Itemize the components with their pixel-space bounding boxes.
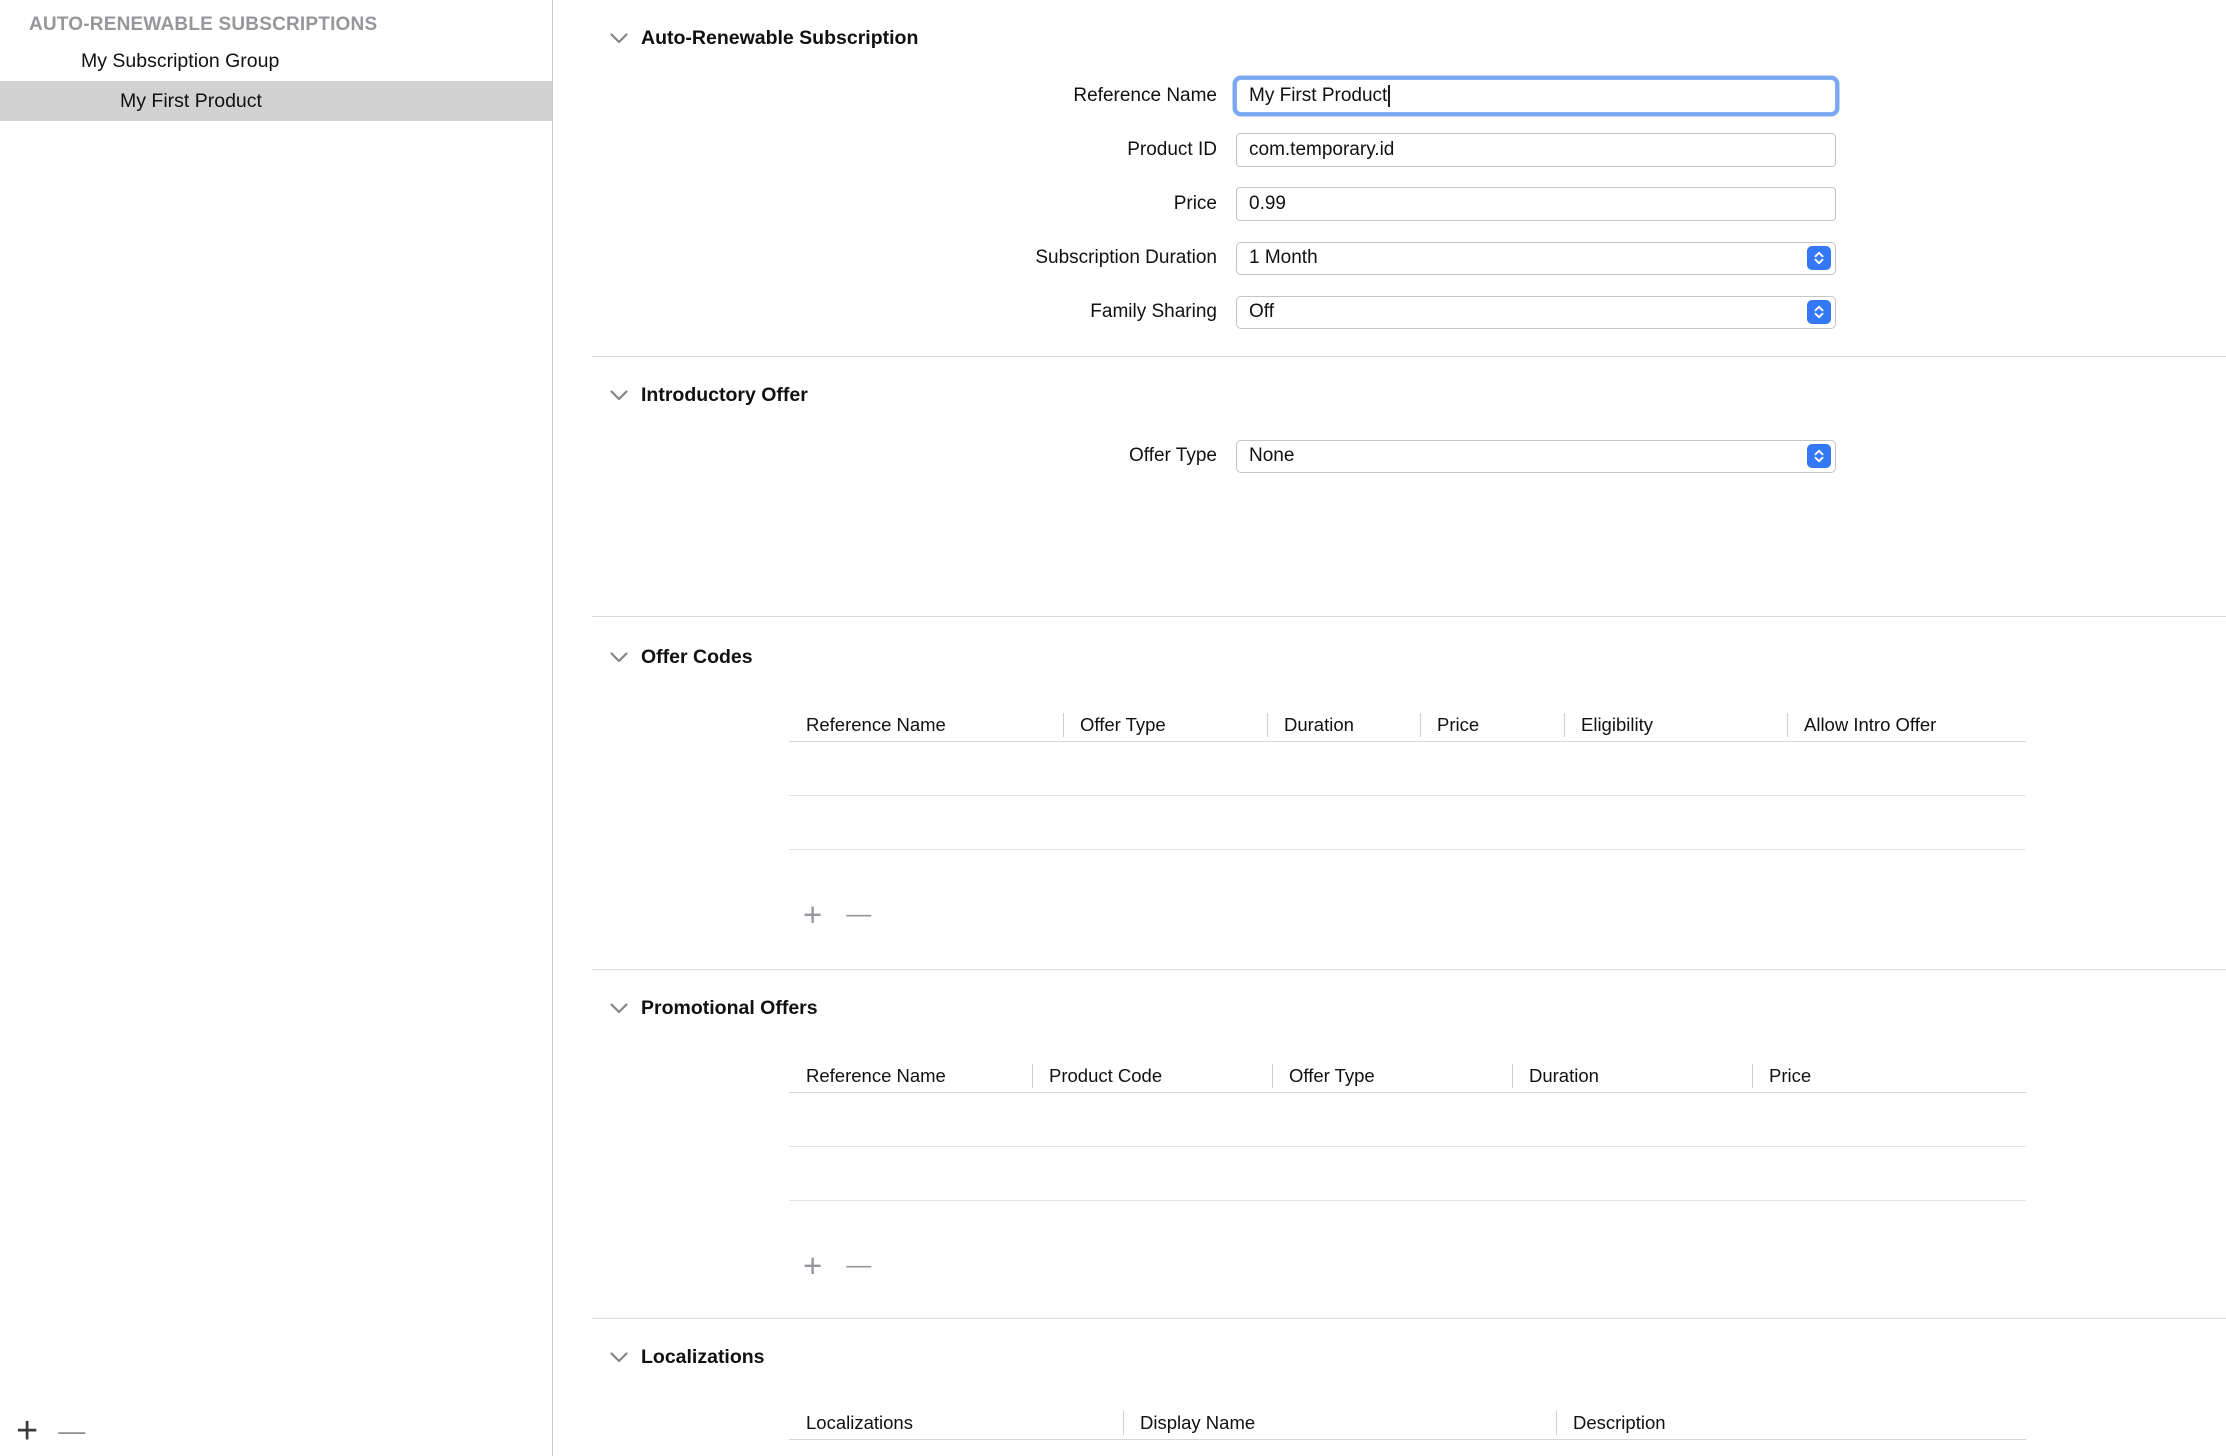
popup-arrows-icon: [1807, 246, 1831, 270]
column-header: Offer Type: [1063, 714, 1267, 736]
section-header: Introductory Offer: [553, 381, 2226, 409]
add-row-button[interactable]: +: [803, 898, 822, 931]
product-id-label: Product ID: [553, 139, 1217, 161]
table-header-row: Reference Name Offer Type Duration Price…: [789, 709, 2026, 742]
product-id-input[interactable]: com.temporary.id: [1236, 133, 1836, 167]
section-promotional-offers: Promotional Offers Reference Name Produc…: [553, 994, 2226, 1283]
chevron-down-icon[interactable]: [610, 390, 628, 401]
add-row-button[interactable]: +: [803, 1249, 822, 1282]
section-divider: [592, 969, 2226, 970]
section-title: Introductory Offer: [641, 384, 808, 407]
offer-type-value: None: [1249, 445, 1294, 467]
subscription-duration-value: 1 Month: [1249, 247, 1318, 269]
column-header: Localizations: [789, 1412, 1123, 1434]
chevron-down-icon[interactable]: [610, 652, 628, 663]
section-header: Localizations: [553, 1343, 2226, 1371]
section-header: Auto-Renewable Subscription: [553, 24, 2226, 52]
price-input[interactable]: 0.99: [1236, 187, 1836, 221]
column-header: Duration: [1267, 714, 1420, 736]
column-header: Display Name: [1123, 1412, 1556, 1434]
empty-table-row: [789, 796, 2026, 850]
column-header: Description: [1556, 1412, 2026, 1434]
offer-type-label: Offer Type: [553, 445, 1217, 467]
subscription-duration-label: Subscription Duration: [553, 247, 1217, 269]
column-header: Price: [1420, 714, 1564, 736]
promotional-offers-table: Reference Name Product Code Offer Type D…: [789, 1060, 2026, 1201]
remove-row-button[interactable]: —: [846, 1253, 871, 1278]
popup-arrows-icon: [1807, 444, 1831, 468]
subscription-form: Reference Name My First Product Product …: [553, 69, 2226, 339]
column-header: Allow Intro Offer: [1787, 714, 2026, 736]
promotional-offers-controls: + —: [803, 1247, 2226, 1283]
sidebar-item-label: My Subscription Group: [81, 50, 279, 72]
section-header: Promotional Offers: [553, 994, 2226, 1022]
family-sharing-value: Off: [1249, 301, 1274, 323]
section-title: Offer Codes: [641, 646, 753, 669]
family-sharing-select[interactable]: Off: [1236, 296, 1836, 329]
storekit-config-window: AUTO-RENEWABLE SUBSCRIPTIONS My Subscrip…: [0, 0, 2226, 1456]
family-sharing-label: Family Sharing: [553, 301, 1217, 323]
reference-name-value: My First Product: [1249, 85, 1387, 107]
table-header-row: Localizations Display Name Description: [789, 1407, 2026, 1440]
subscription-duration-select[interactable]: 1 Month: [1236, 242, 1836, 275]
sidebar-item-my-first-product[interactable]: My First Product: [0, 81, 552, 121]
section-title: Promotional Offers: [641, 997, 818, 1020]
sidebar-footer-controls: + —: [0, 1406, 85, 1456]
form-row: Price 0.99: [553, 177, 2226, 231]
section-auto-renewable-subscription: Auto-Renewable Subscription Reference Na…: [553, 0, 2226, 339]
form-row: Product ID com.temporary.id: [553, 123, 2226, 177]
column-header: Price: [1752, 1065, 2026, 1087]
sidebar: AUTO-RENEWABLE SUBSCRIPTIONS My Subscrip…: [0, 0, 553, 1456]
column-header: Eligibility: [1564, 714, 1787, 736]
column-header: Duration: [1512, 1065, 1752, 1087]
popup-arrows-icon: [1807, 300, 1831, 324]
empty-table-row: [789, 742, 2026, 796]
product-id-value: com.temporary.id: [1249, 139, 1394, 161]
detail-pane: Auto-Renewable Subscription Reference Na…: [553, 0, 2226, 1456]
price-value: 0.99: [1249, 193, 1286, 215]
reference-name-input[interactable]: My First Product: [1236, 79, 1836, 113]
section-localizations: Localizations Localizations Display Name…: [553, 1343, 2226, 1440]
section-header: Offer Codes: [553, 643, 2226, 671]
offer-type-select[interactable]: None: [1236, 440, 1836, 473]
price-label: Price: [553, 193, 1217, 215]
sidebar-item-subscription-group[interactable]: My Subscription Group: [0, 41, 552, 81]
table-header-row: Reference Name Product Code Offer Type D…: [789, 1060, 2026, 1093]
offer-codes-table: Reference Name Offer Type Duration Price…: [789, 709, 2026, 850]
chevron-down-icon[interactable]: [610, 1003, 628, 1014]
section-title: Localizations: [641, 1346, 765, 1369]
section-divider: [592, 356, 2226, 357]
localizations-table: Localizations Display Name Description: [789, 1407, 2026, 1440]
chevron-down-icon[interactable]: [610, 1352, 628, 1363]
column-header: Product Code: [1032, 1065, 1272, 1087]
sidebar-add-button[interactable]: +: [16, 1412, 38, 1450]
empty-table-row: [789, 1093, 2026, 1147]
empty-table-row: [789, 1147, 2026, 1201]
text-caret: [1388, 85, 1390, 107]
pane-splitter[interactable]: [552, 0, 555, 1456]
form-row: Family Sharing Off: [553, 285, 2226, 339]
form-row: Subscription Duration 1 Month: [553, 231, 2226, 285]
form-row: Reference Name My First Product: [553, 69, 2226, 123]
form-row: Offer Type None: [553, 429, 2226, 483]
section-divider: [592, 1318, 2226, 1319]
sidebar-remove-button[interactable]: —: [58, 1418, 85, 1445]
column-header: Offer Type: [1272, 1065, 1512, 1087]
sidebar-item-label: My First Product: [120, 90, 262, 112]
section-introductory-offer: Introductory Offer Offer Type None: [553, 381, 2226, 483]
remove-row-button[interactable]: —: [846, 902, 871, 927]
section-divider: [592, 616, 2226, 617]
reference-name-label: Reference Name: [553, 85, 1217, 107]
section-offer-codes: Offer Codes Reference Name Offer Type Du…: [553, 643, 2226, 932]
column-header: Reference Name: [789, 714, 1063, 736]
column-header: Reference Name: [789, 1065, 1032, 1087]
sidebar-section-header: AUTO-RENEWABLE SUBSCRIPTIONS: [0, 9, 552, 41]
section-title: Auto-Renewable Subscription: [641, 27, 918, 50]
offer-codes-controls: + —: [803, 896, 2226, 932]
chevron-down-icon[interactable]: [610, 33, 628, 44]
